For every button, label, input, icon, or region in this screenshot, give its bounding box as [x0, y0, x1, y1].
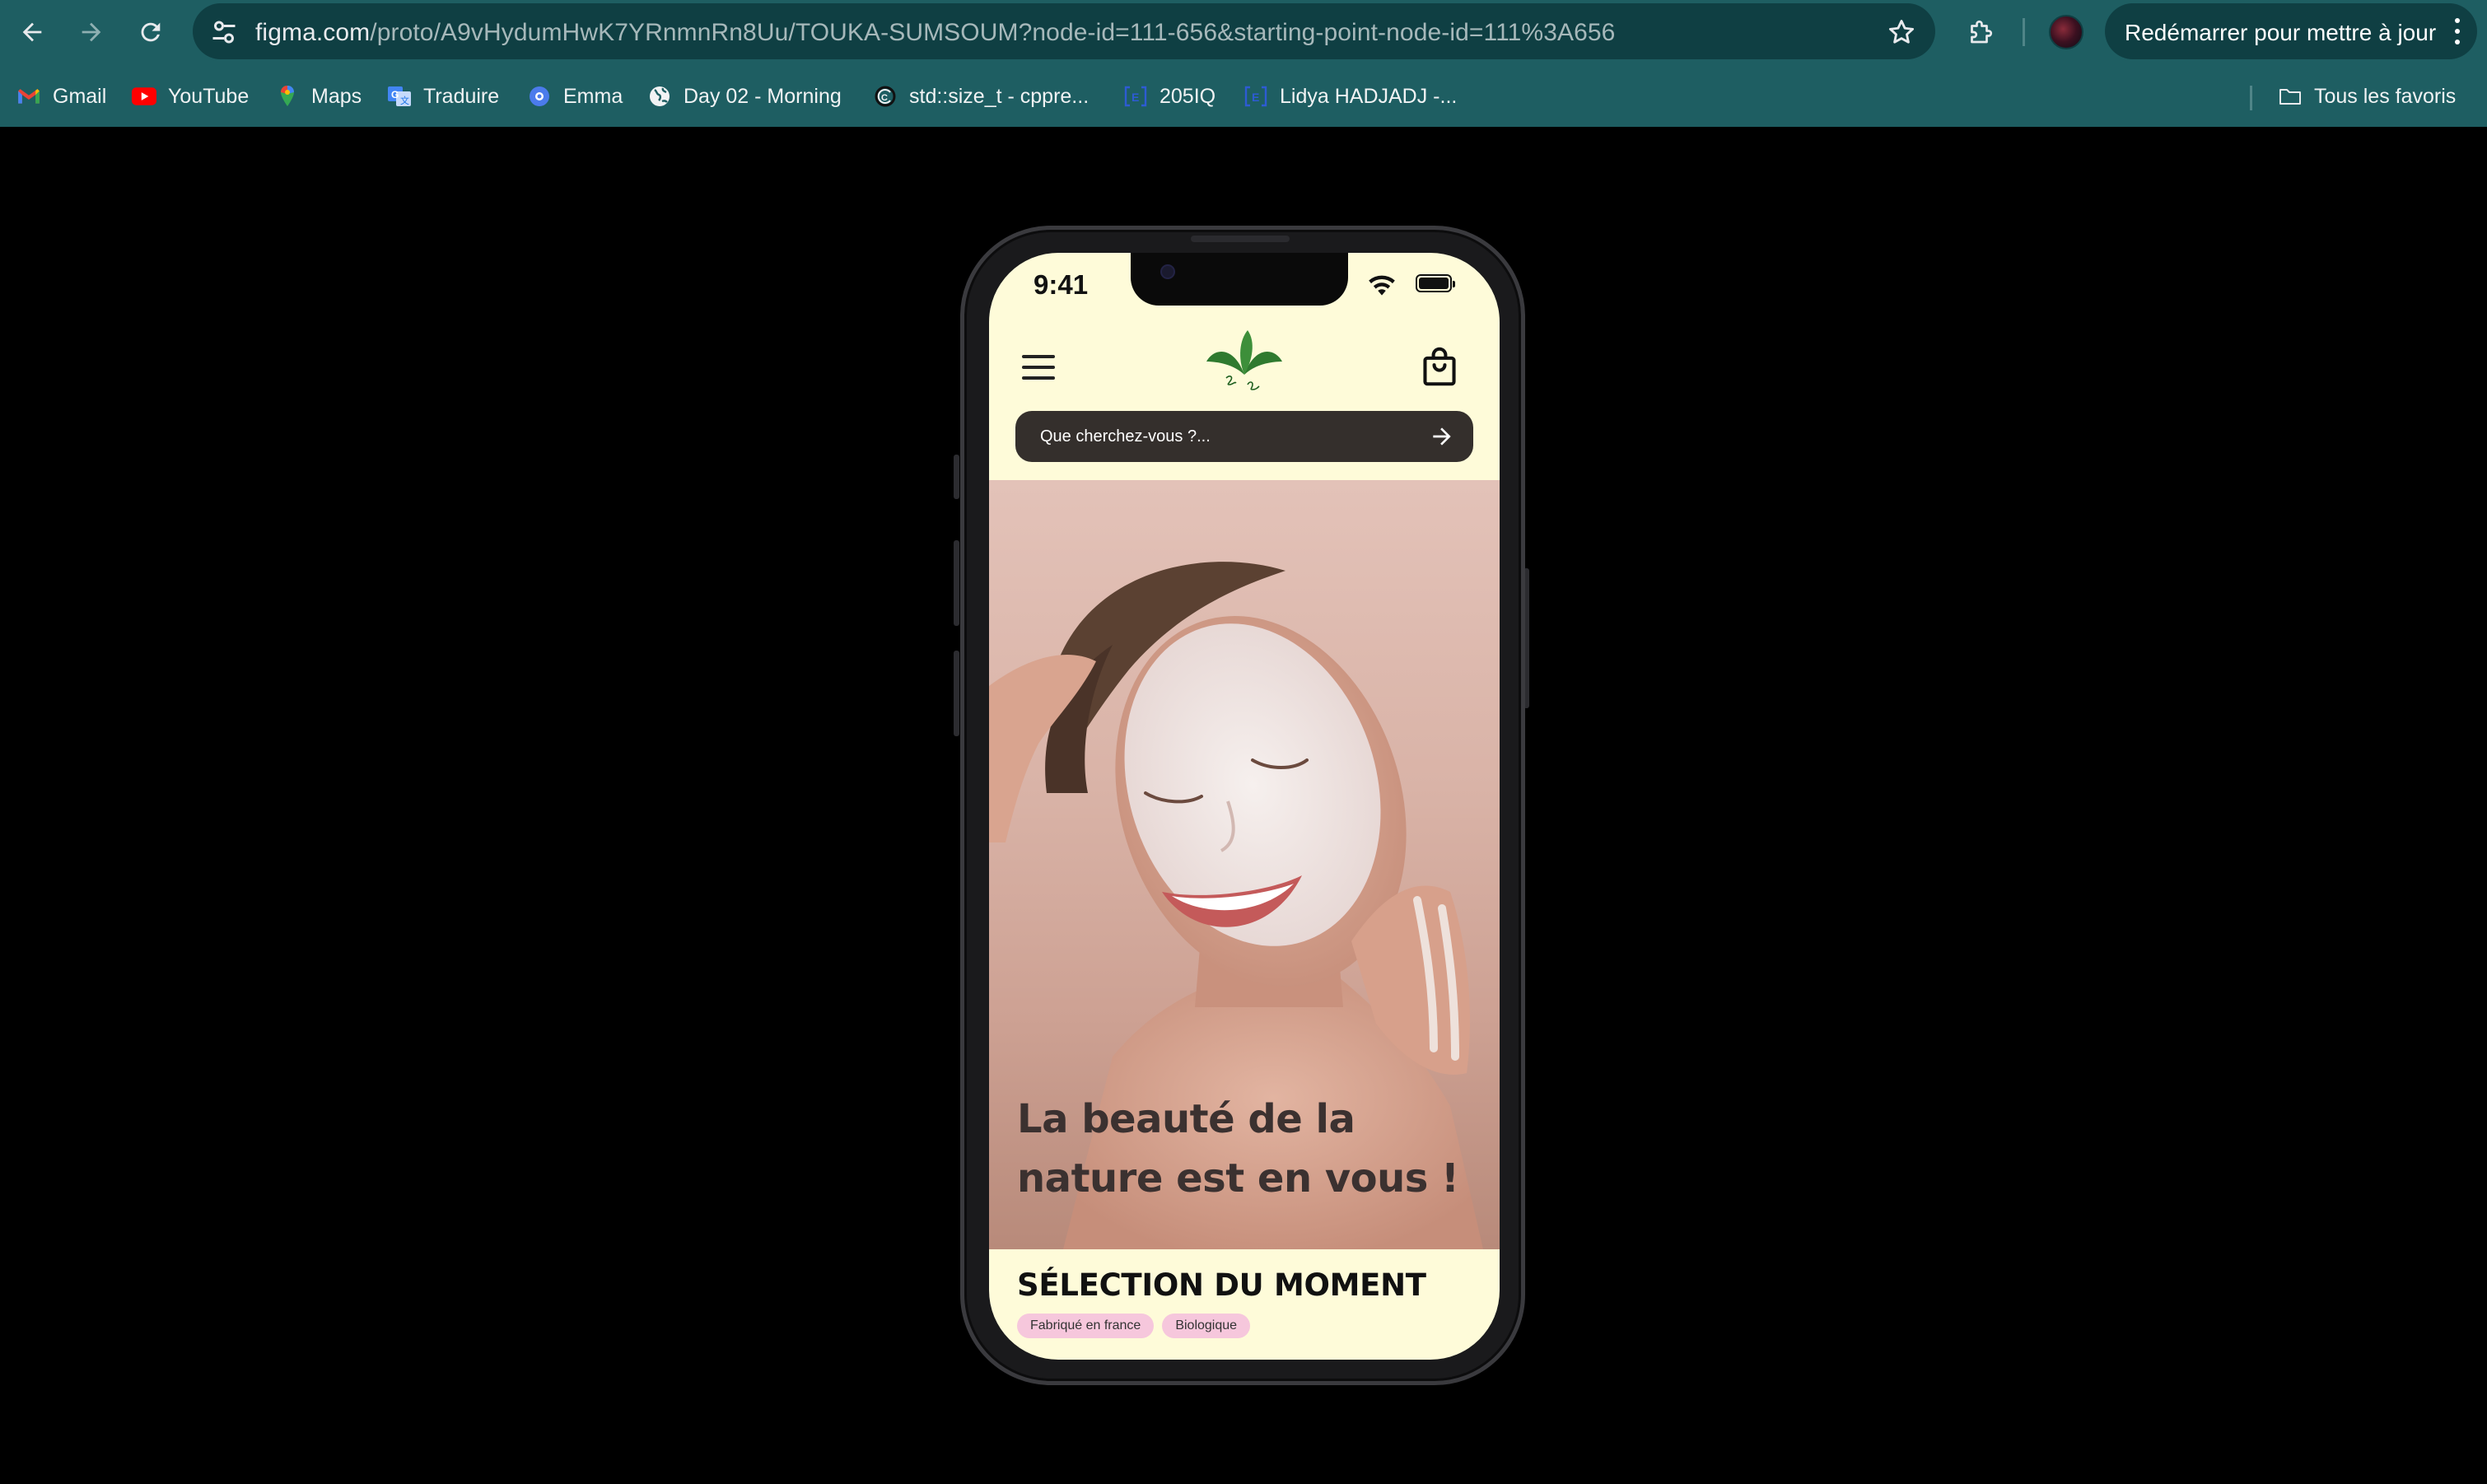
- emma-icon: [527, 84, 552, 109]
- arrow-right-icon[interactable]: [1429, 423, 1455, 450]
- epitech-icon: E: [1123, 84, 1148, 109]
- cppreference-icon: C: [873, 84, 898, 109]
- bookmark-label: Traduire: [423, 84, 500, 108]
- url-text[interactable]: figma.com/proto/A9vHydumHwK7YRnmnRn8Uu/T…: [255, 19, 1615, 47]
- reload-button[interactable]: [130, 12, 171, 53]
- phone-notch: [1131, 253, 1348, 306]
- bookmark-cppreference[interactable]: C std::size_t - cppre...: [873, 81, 1089, 112]
- toolbar-divider: [2023, 18, 2025, 46]
- brand-logo-icon: [1206, 330, 1282, 390]
- bookmark-lidya[interactable]: E Lidya HADJADJ -...: [1244, 81, 1457, 112]
- site-settings-icon[interactable]: [209, 17, 239, 47]
- bookmark-gmail[interactable]: Gmail: [16, 81, 106, 112]
- maps-icon: [275, 84, 300, 109]
- bookmark-label: Emma: [563, 84, 623, 108]
- tag-list: Fabriqué en france Biologique: [1017, 1314, 1251, 1338]
- address-bar[interactable]: figma.com/proto/A9vHydumHwK7YRnmnRn8Uu/T…: [193, 3, 1935, 59]
- restart-update-button[interactable]: Redémarrer pour mettre à jour: [2105, 3, 2477, 59]
- svg-text:E: E: [1252, 91, 1259, 104]
- search-bar: [1015, 411, 1473, 462]
- more-menu-icon[interactable]: [2454, 18, 2461, 44]
- svg-text:E: E: [1132, 91, 1139, 104]
- bookmark-label: Maps: [311, 84, 362, 108]
- back-button[interactable]: [12, 12, 53, 53]
- svg-text:C: C: [881, 93, 888, 103]
- url-host: figma.com: [255, 19, 371, 46]
- hero-headline: La beauté de la nature est en vous !: [1017, 1096, 1459, 1202]
- phone-volume-up: [954, 540, 959, 626]
- svg-text:文: 文: [400, 95, 409, 106]
- forward-button[interactable]: [71, 12, 112, 53]
- bookmark-emma[interactable]: Emma: [527, 81, 623, 112]
- epitech-icon: E: [1244, 84, 1268, 109]
- tag-made-in-france[interactable]: Fabriqué en france: [1017, 1314, 1155, 1338]
- front-camera: [1160, 264, 1175, 279]
- globe-icon: [647, 84, 672, 109]
- phone-speaker: [1191, 236, 1290, 242]
- bookmark-youtube[interactable]: YouTube: [132, 81, 249, 112]
- svg-text:G: G: [391, 89, 399, 100]
- wifi-icon: [1369, 275, 1395, 296]
- hero-banner: La beauté de la nature est en vous !: [989, 480, 1500, 1249]
- puzzle-icon: [1971, 20, 1993, 44]
- folder-icon: [2278, 84, 2303, 109]
- all-bookmarks-label: Tous les favoris: [2314, 84, 2457, 108]
- tag-organic[interactable]: Biologique: [1162, 1314, 1251, 1338]
- bookmark-label: std::size_t - cppre...: [909, 84, 1090, 108]
- phone-frame: 9:41 Que cherchez-vous ?... La beauté de…: [960, 226, 1525, 1385]
- youtube-icon: [132, 84, 156, 109]
- shopping-bag-icon[interactable]: [1421, 347, 1458, 386]
- bookmark-traduire[interactable]: G文 Traduire: [387, 81, 499, 112]
- bookmark-label: YouTube: [168, 84, 250, 108]
- reload-icon: [141, 22, 161, 42]
- bookmark-label: 205IQ: [1160, 84, 1216, 108]
- restart-update-label: Redémarrer pour mettre à jour: [2125, 20, 2437, 45]
- section-title: SÉLECTION DU MOMENT: [1017, 1267, 1426, 1303]
- browser-chrome: figma.com/proto/A9vHydumHwK7YRnmnRn8Uu/T…: [0, 0, 2487, 127]
- gmail-icon: [16, 84, 41, 109]
- bookmark-maps[interactable]: Maps: [275, 81, 362, 112]
- arrow-left-icon: [22, 22, 42, 42]
- bookmark-205iq[interactable]: E 205IQ: [1123, 81, 1216, 112]
- battery-icon: [1416, 274, 1455, 292]
- url-path: /proto/A9vHydumHwK7YRnmnRn8Uu/TOUKA-SUMS…: [370, 19, 1616, 46]
- translate-icon: G文: [387, 84, 412, 109]
- bookmark-label: Gmail: [53, 84, 107, 108]
- profile-avatar[interactable]: [2049, 15, 2083, 49]
- bookmark-label: Day 02 - Morning: [684, 84, 842, 108]
- phone-volume-down: [954, 651, 959, 736]
- bookmark-star-icon[interactable]: [1886, 16, 1917, 48]
- arrow-right-icon: [82, 22, 101, 42]
- browser-toolbar: figma.com/proto/A9vHydumHwK7YRnmnRn8Uu/T…: [0, 0, 2487, 64]
- status-time: 9:41: [1034, 269, 1089, 300]
- bookmark-day02[interactable]: Day 02 - Morning: [647, 81, 842, 112]
- extensions-button[interactable]: [1960, 12, 2001, 53]
- bookmarks-bar: Gmail YouTube Maps G文 Traduire Emma Day …: [0, 72, 2487, 120]
- bookmark-label: Lidya HADJADJ -...: [1280, 84, 1458, 108]
- all-bookmarks-folder[interactable]: Tous les favoris: [2278, 81, 2456, 112]
- search-input[interactable]: [1040, 422, 1402, 450]
- phone-silent-switch: [954, 455, 959, 499]
- menu-icon[interactable]: [1022, 355, 1055, 380]
- phone-screen: 9:41 Que cherchez-vous ?... La beauté de…: [989, 253, 1500, 1360]
- bookmarks-divider: [2250, 86, 2252, 110]
